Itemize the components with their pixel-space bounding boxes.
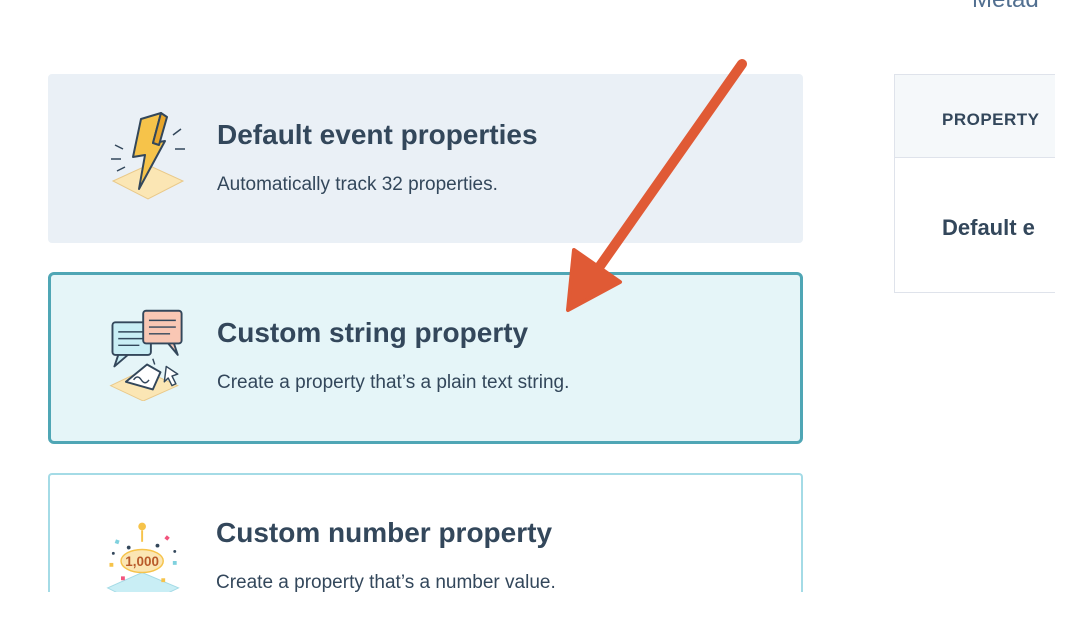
option-title: Default event properties	[217, 119, 538, 150]
option-card-custom-string-property[interactable]: Custom string property Create a property…	[48, 272, 803, 444]
chat-bubbles-icon	[109, 309, 183, 401]
option-card-default-event-properties[interactable]: Default event properties Automatically t…	[48, 74, 803, 243]
option-description: Create a property that’s a number value.	[216, 572, 556, 593]
viewport-bottom-edge	[0, 592, 1084, 636]
option-title: Custom number property	[216, 517, 553, 548]
svg-text:1,000: 1,000	[125, 554, 159, 569]
lightning-bolt-icon	[111, 112, 185, 200]
option-description: Automatically track 32 properties.	[217, 174, 498, 195]
table-row-value[interactable]: Default e	[942, 215, 1035, 241]
option-title: Custom string property	[217, 317, 529, 348]
viewport-right-edge	[1055, 60, 1084, 320]
table-header-property[interactable]: PROPERTY	[942, 110, 1040, 130]
header-cut-text: Metad	[972, 0, 1084, 14]
option-description: Create a property that’s a plain text st…	[217, 372, 570, 393]
